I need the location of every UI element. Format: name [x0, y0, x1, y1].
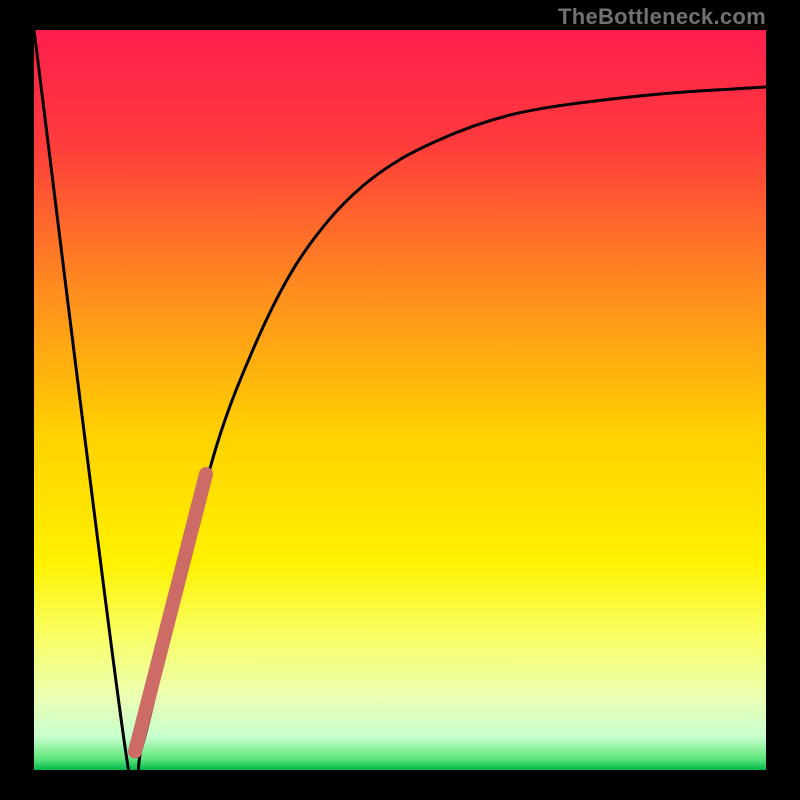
- chart-svg: [34, 30, 766, 770]
- watermark-text: TheBottleneck.com: [558, 4, 766, 30]
- plot-area: [34, 30, 766, 770]
- chart-frame: TheBottleneck.com: [0, 0, 800, 800]
- gradient-background: [34, 30, 766, 770]
